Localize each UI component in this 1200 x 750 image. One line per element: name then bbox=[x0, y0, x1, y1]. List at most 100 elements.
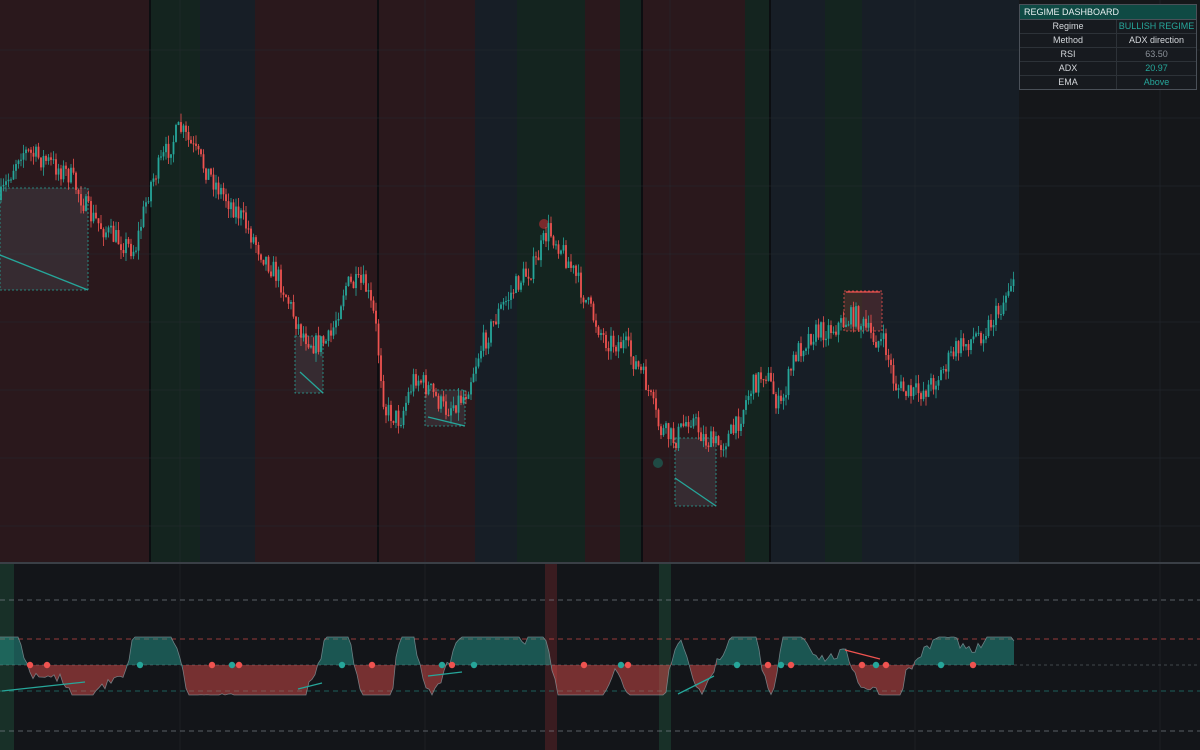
candle-body bbox=[180, 122, 182, 132]
candle-body bbox=[470, 382, 472, 395]
candle-body bbox=[635, 361, 637, 370]
candle-body bbox=[747, 396, 750, 401]
oscillator-fill bbox=[756, 637, 759, 665]
oscillator-fill bbox=[987, 637, 990, 665]
candle-body bbox=[957, 341, 960, 354]
oscillator-fill bbox=[753, 637, 756, 665]
oscillator-fill bbox=[204, 665, 207, 695]
candle-body bbox=[870, 322, 872, 333]
candle-body bbox=[670, 428, 672, 440]
candle-body bbox=[782, 397, 785, 401]
candle-body bbox=[707, 445, 710, 448]
candle-body bbox=[22, 153, 25, 160]
candle-body bbox=[500, 304, 502, 309]
candle-body bbox=[172, 141, 175, 155]
oscillator-fill bbox=[90, 665, 93, 695]
candle-body bbox=[197, 145, 200, 150]
candle-body bbox=[25, 149, 27, 154]
pattern-box bbox=[674, 437, 717, 507]
regime-dashboard: REGIME DASHBOARD Regime BULLISH REGIME M… bbox=[1019, 4, 1197, 90]
candle-body bbox=[812, 341, 815, 345]
candle-body bbox=[787, 368, 790, 396]
candle-body bbox=[317, 335, 320, 352]
oscillator-fill bbox=[663, 665, 666, 695]
candle-body bbox=[262, 259, 265, 265]
oscillator-fill bbox=[363, 665, 366, 695]
crossover-dot bbox=[43, 661, 51, 669]
candle-body bbox=[80, 194, 82, 206]
candle-body bbox=[580, 272, 582, 298]
oscillator-fill bbox=[288, 665, 291, 695]
oscillator-fill bbox=[72, 665, 75, 695]
oscillator-fill bbox=[486, 637, 489, 665]
oscillator-fill bbox=[660, 665, 663, 695]
candle-body bbox=[575, 265, 577, 276]
candle-body bbox=[795, 354, 797, 362]
oscillator-fill bbox=[840, 648, 843, 665]
dashboard-value: Above bbox=[1143, 77, 1170, 87]
price-chart-svg[interactable] bbox=[0, 0, 1200, 750]
candle-body bbox=[847, 324, 850, 326]
oscillator-fill bbox=[513, 637, 516, 665]
oscillator-fill bbox=[561, 665, 564, 695]
crossover-dot bbox=[882, 661, 890, 669]
candle-body bbox=[187, 131, 190, 140]
oscillator-fill bbox=[291, 665, 294, 695]
candle-body bbox=[460, 395, 462, 403]
candle-body bbox=[992, 324, 995, 328]
candle-body bbox=[405, 402, 407, 411]
oscillator-fill bbox=[933, 638, 936, 665]
candle-body bbox=[875, 341, 877, 348]
candle-body bbox=[227, 201, 230, 210]
oscillator-fill bbox=[369, 665, 372, 695]
oscillator-fill bbox=[639, 665, 642, 695]
candle-body bbox=[525, 268, 527, 277]
candle-body bbox=[312, 345, 315, 354]
oscillator-fill bbox=[162, 637, 165, 665]
candle-body bbox=[800, 343, 802, 357]
oscillator-fill bbox=[264, 665, 267, 695]
candle-body bbox=[140, 226, 142, 231]
candle-body bbox=[1007, 291, 1010, 296]
candle-body bbox=[547, 223, 550, 242]
candle-body bbox=[45, 155, 47, 161]
candle-body bbox=[810, 333, 812, 345]
candle-body bbox=[742, 409, 745, 424]
oscillator-fill bbox=[141, 637, 144, 665]
candle-body bbox=[150, 181, 152, 202]
candle-body bbox=[12, 170, 15, 180]
oscillator-fill bbox=[285, 665, 288, 695]
candle-body bbox=[757, 372, 760, 393]
candle-body bbox=[107, 227, 110, 233]
candle-body bbox=[67, 168, 70, 183]
candle-body bbox=[462, 396, 465, 403]
candle-body bbox=[350, 276, 352, 282]
candle-body bbox=[615, 346, 617, 352]
regime-band bbox=[517, 0, 585, 562]
candle-body bbox=[122, 250, 125, 254]
candle-body bbox=[885, 333, 887, 355]
candle-body bbox=[510, 292, 512, 300]
oscillator-fill bbox=[885, 665, 888, 695]
oscillator-fill bbox=[576, 665, 579, 695]
chart-area[interactable]: REGIME DASHBOARD Regime BULLISH REGIME M… bbox=[0, 0, 1200, 750]
candle-body bbox=[315, 335, 317, 354]
candle-body bbox=[630, 340, 632, 357]
candle-body bbox=[895, 383, 897, 391]
candle-body bbox=[767, 372, 770, 381]
oscillator-fill bbox=[81, 665, 84, 695]
candle-body bbox=[377, 323, 380, 356]
candle-body bbox=[785, 395, 787, 398]
candle-body bbox=[267, 256, 270, 272]
candle-body bbox=[95, 212, 97, 219]
candle-body bbox=[495, 321, 497, 325]
oscillator-fill bbox=[642, 665, 645, 695]
oscillator-fill bbox=[996, 637, 999, 665]
candle-body bbox=[732, 424, 735, 434]
oscillator-fill bbox=[381, 665, 384, 695]
candle-body bbox=[940, 369, 942, 381]
candle-body bbox=[897, 388, 900, 391]
regime-band bbox=[862, 0, 1019, 562]
candle-body bbox=[932, 378, 935, 390]
candle-body bbox=[430, 383, 432, 386]
